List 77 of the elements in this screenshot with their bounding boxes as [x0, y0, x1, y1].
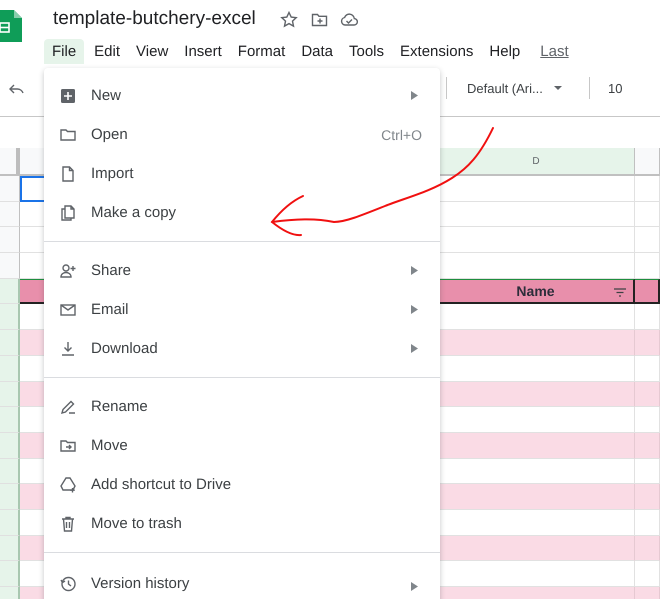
download-icon [60, 340, 76, 356]
person-add-icon [60, 262, 76, 278]
row-header[interactable] [0, 330, 20, 356]
row-header[interactable] [0, 382, 20, 408]
menu-item[interactable]: Data [295, 38, 339, 64]
row-header[interactable] [0, 304, 20, 330]
font-size-field[interactable]: 10 [600, 80, 660, 96]
menu-item[interactable]: Move [44, 426, 440, 465]
table-cell[interactable] [438, 432, 635, 459]
document-title[interactable]: template-butchery-excel [53, 8, 256, 30]
menu-item[interactable]: Extensions [394, 38, 480, 64]
table-cell[interactable] [635, 484, 660, 510]
cloud-check-icon[interactable] [340, 10, 359, 28]
menu-item[interactable]: Tools [343, 38, 390, 64]
menu-item[interactable]: Import [44, 154, 440, 193]
trash-icon [60, 516, 76, 532]
menu-item[interactable]: Add shortcut to Drive [44, 465, 440, 504]
menu-item[interactable]: Format [232, 38, 292, 64]
filter-icon[interactable] [613, 286, 627, 298]
menu-item[interactable]: Insert [178, 38, 228, 64]
folder-arrow-icon [60, 438, 76, 454]
menu-item[interactable]: File [44, 38, 84, 64]
menu-item[interactable]: Email [44, 290, 440, 329]
envelope-icon [60, 302, 76, 318]
row-header[interactable] [0, 356, 20, 382]
star-icon[interactable] [280, 10, 298, 28]
shortcut-text: Ctrl+O [381, 126, 422, 142]
menu-item[interactable]: Make a copy [44, 193, 440, 232]
folder-icon[interactable] [310, 11, 328, 27]
last-edit-link[interactable]: Last [540, 42, 569, 60]
table-cell[interactable] [635, 382, 660, 408]
menu-item[interactable]: Version history [44, 562, 440, 592]
menu-item[interactable]: Rename [44, 387, 440, 426]
table-cell[interactable] [438, 536, 635, 562]
row-header[interactable] [0, 176, 20, 202]
row-header[interactable] [0, 253, 20, 279]
menu-item[interactable]: Edit [88, 38, 126, 64]
menu-item[interactable]: New [44, 76, 440, 115]
copy-icon [60, 204, 76, 220]
menu-item[interactable]: Move to trash [44, 504, 440, 543]
row-header[interactable] [0, 561, 20, 587]
table-cell[interactable] [438, 382, 635, 408]
row-header[interactable] [0, 407, 20, 433]
table-cell[interactable] [635, 176, 660, 202]
sheets-logo-icon[interactable] [0, 10, 22, 42]
table-cell[interactable] [635, 536, 660, 562]
font-dropdown[interactable]: Default (Ari... [467, 80, 579, 96]
drive-add-icon [60, 476, 76, 492]
clock-icon [60, 576, 76, 592]
pencil-icon [60, 398, 76, 414]
column-label: Name [516, 283, 555, 300]
document-icon [60, 166, 76, 182]
menu-item[interactable]: Share [44, 251, 440, 290]
table-cell[interactable] [635, 432, 660, 459]
menu-item[interactable]: Help [483, 38, 526, 64]
row-header[interactable] [0, 536, 20, 562]
row-header[interactable] [0, 484, 20, 510]
menu-item[interactable]: Open Ctrl+O [44, 115, 440, 154]
column-header[interactable] [635, 148, 660, 176]
row-header[interactable] [0, 432, 20, 459]
table-cell[interactable] [635, 202, 660, 228]
row-header[interactable] [0, 202, 20, 228]
table-cell[interactable] [438, 484, 635, 510]
column-header[interactable]: D [438, 148, 635, 176]
row-header[interactable] [0, 278, 20, 304]
folder-icon [60, 126, 76, 142]
table-cell[interactable] [635, 330, 660, 356]
menu-item[interactable]: View [130, 38, 174, 64]
table-cell[interactable] [438, 330, 635, 356]
caret-icon [552, 85, 563, 91]
menu-item[interactable]: Download [44, 329, 440, 368]
row-header[interactable] [0, 227, 20, 254]
table-cell[interactable] [635, 227, 660, 254]
row-header[interactable] [0, 510, 20, 536]
new-sheet-icon [60, 88, 76, 104]
row-header[interactable] [0, 458, 20, 484]
corner-cell[interactable] [0, 148, 20, 176]
